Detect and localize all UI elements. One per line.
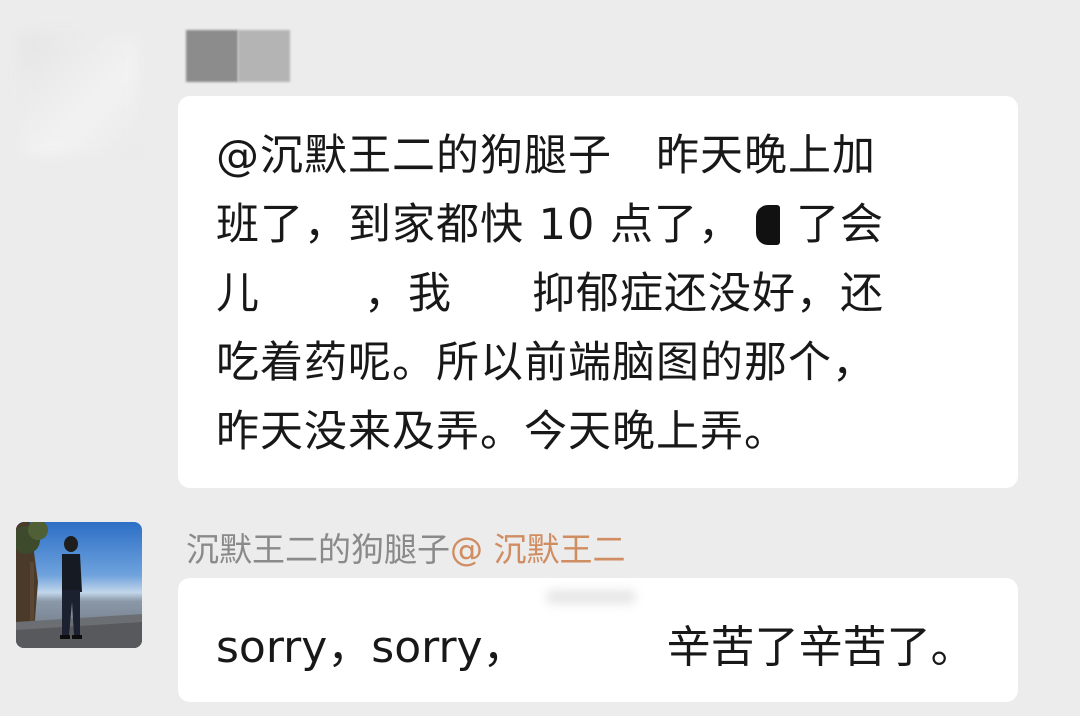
sender-avatar-blurred[interactable] bbox=[20, 34, 138, 156]
sender-name[interactable]: 沉默王二的狗腿子 bbox=[186, 530, 450, 569]
message-bubble[interactable]: sorry，sorry， 辛苦了辛苦了。 bbox=[178, 578, 1018, 702]
avatar[interactable] bbox=[16, 522, 142, 648]
mention-link[interactable]: @ 沉默王二 bbox=[450, 530, 626, 569]
message-line: 儿，我 抑郁症还没好，还 bbox=[216, 269, 884, 319]
redaction-mark bbox=[756, 205, 781, 245]
message-line: 昨天没来及弄。今天晚上弄。 bbox=[216, 407, 788, 457]
sender-line: 沉默王二的狗腿子@ 沉默王二 bbox=[186, 528, 626, 572]
message-line: sorry，sorry， 辛苦了辛苦了。 bbox=[216, 622, 975, 673]
message-line: 班了，到家都快 10 点了， 了会 bbox=[216, 200, 885, 250]
redaction-blur bbox=[546, 590, 636, 604]
message-line: @沉默王二的狗腿子 昨天晚上加 bbox=[216, 131, 876, 181]
message-bubble[interactable]: @沉默王二的狗腿子 昨天晚上加 班了，到家都快 10 点了， 了会 儿，我 抑郁症还… bbox=[178, 96, 1018, 488]
message-line: 吃着药呢。所以前端脑图的那个， bbox=[216, 338, 876, 388]
sender-name-redacted bbox=[186, 30, 290, 82]
